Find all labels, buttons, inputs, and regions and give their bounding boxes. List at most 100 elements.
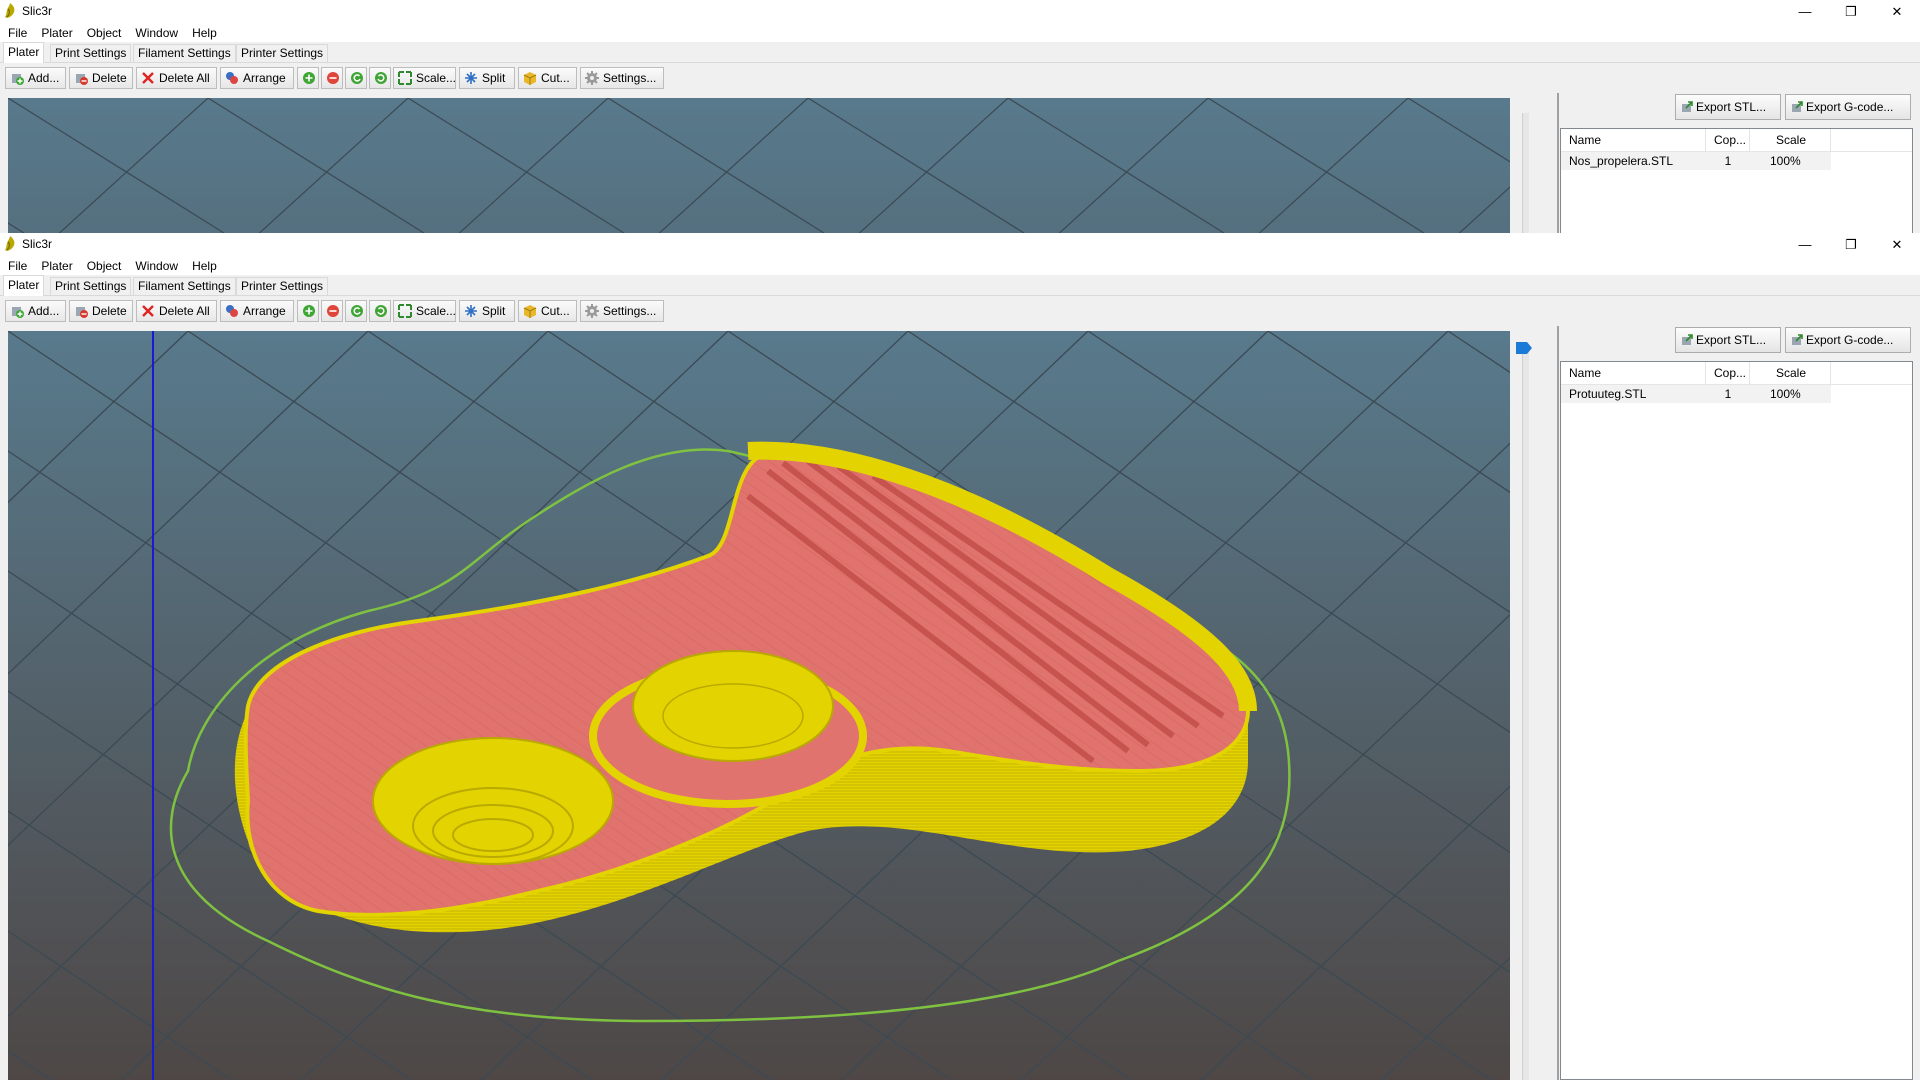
export-gcode-button[interactable]: Export G-code... [1785, 94, 1911, 120]
tab-plater[interactable]: Plater [3, 275, 45, 296]
delete-all-button[interactable]: Delete All [136, 300, 217, 322]
split-icon [465, 72, 477, 84]
export-gcode-icon [1792, 101, 1803, 112]
layer-slider-track[interactable] [1522, 113, 1529, 233]
menu-file[interactable]: File [8, 26, 27, 40]
decrease-copies-button[interactable] [321, 67, 343, 89]
column-name[interactable]: Name [1561, 362, 1706, 384]
delete-all-icon [142, 72, 154, 84]
title-bar[interactable]: Slic3r — ❐ ✕ [0, 233, 1920, 256]
list-item[interactable]: Nos_propelera.STL 1 100% [1561, 152, 1831, 170]
rotate-left-button[interactable] [345, 300, 367, 322]
export-stl-button[interactable]: Export STL... [1675, 94, 1781, 120]
layer-slider-handle-icon[interactable] [1515, 341, 1533, 355]
list-header: Name Cop... Scale [1561, 362, 1912, 385]
add-object-icon [12, 74, 24, 85]
menu-file[interactable]: File [8, 259, 27, 273]
object-name: Nos_propelera.STL [1569, 154, 1674, 168]
plus-circle-icon [303, 72, 315, 84]
scale-button[interactable]: Scale... [393, 67, 456, 89]
minus-circle-icon [327, 72, 339, 84]
close-icon[interactable]: ✕ [1874, 233, 1920, 256]
split-button[interactable]: Split [459, 67, 515, 89]
column-copies[interactable]: Cop... [1706, 129, 1750, 151]
split-button[interactable]: Split [459, 300, 515, 322]
column-scale[interactable]: Scale [1750, 362, 1831, 384]
arrange-button[interactable]: Arrange [220, 300, 294, 322]
column-name[interactable]: Name [1561, 129, 1706, 151]
split-icon [465, 305, 477, 317]
delete-object-icon [76, 74, 88, 85]
cut-button[interactable]: Cut... [518, 67, 577, 89]
menu-window[interactable]: Window [135, 259, 178, 273]
cut-button[interactable]: Cut... [518, 300, 577, 322]
arrange-button[interactable]: Arrange [220, 67, 294, 89]
toolbar: Add... Delete Delete All Arrange Scale.. [0, 63, 1920, 94]
panel-splitter[interactable] [1557, 93, 1559, 233]
settings-button[interactable]: Settings... [580, 300, 664, 322]
column-scale[interactable]: Scale [1750, 129, 1831, 151]
export-stl-icon [1682, 334, 1693, 345]
tab-print-settings[interactable]: Print Settings [50, 44, 132, 62]
object-list[interactable]: Name Cop... Scale Protuuteg.STL 1 100% [1560, 361, 1913, 1080]
slic3r-window-front: Slic3r — ❐ ✕ File Plater Object Window H… [0, 233, 1920, 1080]
plater-content: Export STL... Export G-code... Name Cop.… [0, 93, 1920, 233]
menu-window[interactable]: Window [135, 26, 178, 40]
minimize-icon[interactable]: — [1782, 233, 1828, 256]
delete-object-icon [76, 307, 88, 318]
restore-icon[interactable]: ❐ [1828, 0, 1874, 23]
plus-circle-icon [303, 305, 315, 317]
tab-filament-settings[interactable]: Filament Settings [133, 277, 236, 295]
tab-printer-settings[interactable]: Printer Settings [236, 277, 329, 295]
panel-splitter[interactable] [1557, 326, 1559, 1080]
rotate-left-icon [351, 72, 363, 84]
cut-box-icon [523, 305, 537, 318]
delete-all-button[interactable]: Delete All [136, 67, 217, 89]
delete-button[interactable]: Delete [69, 300, 133, 322]
add-object-icon [12, 307, 24, 318]
delete-button[interactable]: Delete [69, 67, 133, 89]
rotate-right-button[interactable] [369, 300, 391, 322]
menu-plater[interactable]: Plater [41, 259, 72, 273]
increase-copies-button[interactable] [297, 300, 319, 322]
gear-icon [585, 71, 599, 85]
tab-print-settings[interactable]: Print Settings [50, 277, 132, 295]
menu-object[interactable]: Object [87, 26, 122, 40]
tab-printer-settings[interactable]: Printer Settings [236, 44, 329, 62]
settings-button[interactable]: Settings... [580, 67, 664, 89]
object-copies: 1 [1724, 387, 1732, 401]
menu-object[interactable]: Object [87, 259, 122, 273]
decrease-copies-button[interactable] [321, 300, 343, 322]
layer-slider-track[interactable] [1522, 346, 1529, 1080]
close-icon[interactable]: ✕ [1874, 0, 1920, 23]
side-panel: Export STL... Export G-code... Name Cop.… [1560, 94, 1913, 233]
scale-button[interactable]: Scale... [393, 300, 456, 322]
slic3r-window-back: Slic3r — ❐ ✕ File Plater Object Window H… [0, 0, 1920, 233]
object-scale: 100% [1770, 387, 1801, 401]
restore-icon[interactable]: ❐ [1828, 233, 1874, 256]
slic3r-logo-icon [5, 3, 15, 18]
export-stl-icon [1682, 101, 1693, 112]
export-gcode-button[interactable]: Export G-code... [1785, 327, 1911, 353]
menu-plater[interactable]: Plater [41, 26, 72, 40]
list-item[interactable]: Protuuteg.STL 1 100% [1561, 385, 1831, 403]
increase-copies-button[interactable] [297, 67, 319, 89]
rotate-right-button[interactable] [369, 67, 391, 89]
add-button[interactable]: Add... [5, 67, 66, 89]
minimize-icon[interactable]: — [1782, 0, 1828, 23]
title-bar[interactable]: Slic3r — ❐ ✕ [0, 0, 1920, 23]
bed-scene [8, 331, 1510, 1080]
minus-circle-icon [327, 305, 339, 317]
3d-viewport[interactable] [8, 331, 1510, 1080]
menu-help[interactable]: Help [192, 26, 217, 40]
export-stl-button[interactable]: Export STL... [1675, 327, 1781, 353]
tab-plater[interactable]: Plater [3, 42, 45, 63]
slic3r-logo-icon [5, 236, 15, 251]
rotate-left-button[interactable] [345, 67, 367, 89]
menu-help[interactable]: Help [192, 259, 217, 273]
object-list[interactable]: Name Cop... Scale Nos_propelera.STL 1 10… [1560, 128, 1913, 233]
3d-viewport[interactable] [8, 98, 1510, 233]
add-button[interactable]: Add... [5, 300, 66, 322]
column-copies[interactable]: Cop... [1706, 362, 1750, 384]
tab-filament-settings[interactable]: Filament Settings [133, 44, 236, 62]
